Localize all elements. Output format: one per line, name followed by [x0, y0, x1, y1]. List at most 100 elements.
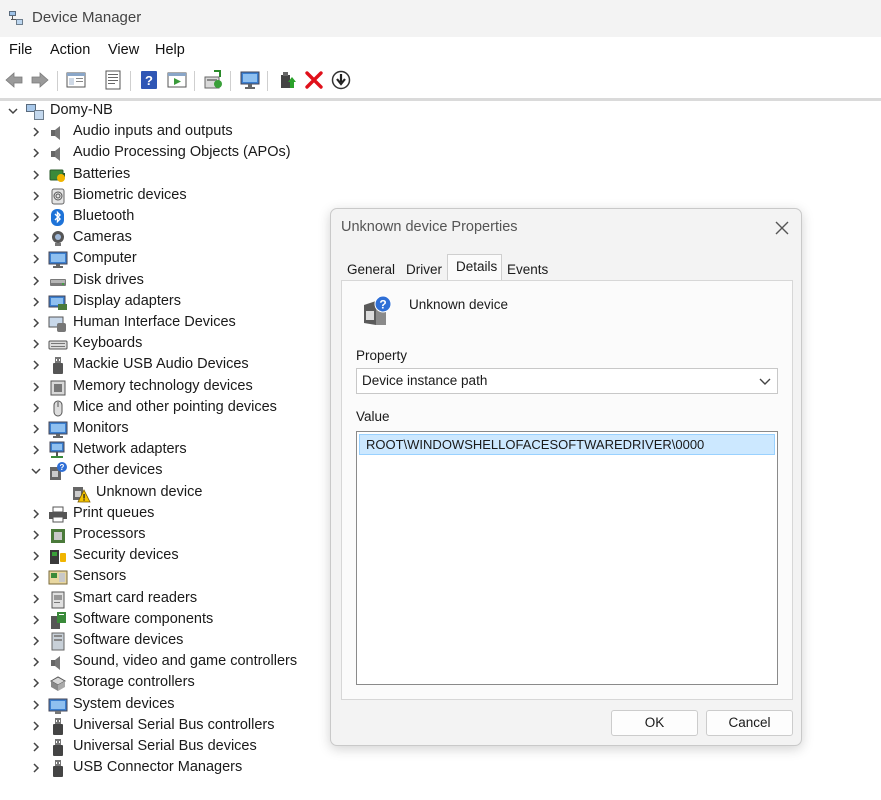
- chevron-right-icon[interactable]: [29, 528, 43, 542]
- chevron-right-icon[interactable]: [29, 189, 43, 203]
- update-driver-toolbar-icon[interactable]: [166, 69, 188, 91]
- tree-root[interactable]: Domy-NB: [0, 101, 200, 122]
- tree-item-system-devices[interactable]: System devices: [0, 695, 300, 716]
- tree-item-display-adapters[interactable]: Display adapters: [0, 292, 300, 313]
- menu-action[interactable]: Action: [50, 42, 90, 58]
- tree-item-sound-video-and-game-controllers[interactable]: Sound, video and game controllers: [0, 652, 300, 673]
- monitor-icon[interactable]: [239, 69, 261, 91]
- toolbar-separator: [194, 71, 195, 91]
- chevron-right-icon[interactable]: [29, 210, 43, 224]
- tree-item-network-adapters[interactable]: Network adapters: [0, 440, 300, 461]
- chevron-right-icon[interactable]: [29, 676, 43, 690]
- other-devices-icon: ?: [48, 462, 68, 481]
- tree-item-label: Memory technology devices: [73, 377, 253, 394]
- software-device-icon: [48, 632, 68, 651]
- chevron-right-icon[interactable]: [29, 443, 43, 457]
- tree-item-smart-card-readers[interactable]: Smart card readers: [0, 589, 300, 610]
- chevron-right-icon[interactable]: [29, 634, 43, 648]
- tree-item-universal-serial-bus-devices[interactable]: Universal Serial Bus devices: [0, 737, 300, 758]
- back-icon[interactable]: [3, 69, 25, 91]
- tab-driver[interactable]: Driver: [398, 258, 442, 280]
- enable-device-icon[interactable]: [276, 69, 298, 91]
- tree-item-memory-technology-devices[interactable]: Memory technology devices: [0, 377, 300, 398]
- tab-events[interactable]: Events: [503, 258, 553, 280]
- tree-item-disk-drives[interactable]: Disk drives: [0, 271, 300, 292]
- chevron-down-icon[interactable]: [29, 464, 43, 478]
- help-icon[interactable]: ?: [138, 69, 160, 91]
- tree-item-processors[interactable]: Processors: [0, 525, 300, 546]
- tree-item-usb-connector-managers[interactable]: USB Connector Managers: [0, 758, 300, 779]
- ok-button[interactable]: OK: [611, 710, 698, 736]
- tree-item-storage-controllers[interactable]: Storage controllers: [0, 673, 300, 694]
- scan-hardware-icon[interactable]: [202, 69, 224, 91]
- chevron-right-icon[interactable]: [29, 613, 43, 627]
- tree-item-label: Cameras: [73, 229, 132, 246]
- chevron-right-icon[interactable]: [29, 719, 43, 733]
- tree-item-computer[interactable]: Computer: [0, 249, 300, 270]
- tree-item-audio-processing-objects-apos[interactable]: Audio Processing Objects (APOs): [0, 143, 300, 164]
- tree-item-human-interface-devices[interactable]: Human Interface Devices: [0, 313, 300, 334]
- property-select[interactable]: Device instance path: [356, 368, 778, 394]
- chevron-right-icon[interactable]: [29, 295, 43, 309]
- chevron-right-icon[interactable]: [29, 125, 43, 139]
- chevron-right-icon[interactable]: [29, 422, 43, 436]
- close-icon[interactable]: [771, 217, 793, 239]
- chevron-right-icon[interactable]: [29, 231, 43, 245]
- tree-root-label: Domy-NB: [50, 102, 113, 118]
- cancel-button[interactable]: Cancel: [706, 710, 793, 736]
- tree-item-monitors[interactable]: Monitors: [0, 419, 300, 440]
- menu-file[interactable]: File: [9, 42, 32, 58]
- tree-item-universal-serial-bus-controllers[interactable]: Universal Serial Bus controllers: [0, 716, 300, 737]
- tree-item-unknown-device[interactable]: Unknown device: [0, 483, 300, 504]
- chevron-right-icon[interactable]: [29, 274, 43, 288]
- chevron-right-icon[interactable]: [29, 655, 43, 669]
- chevron-right-icon[interactable]: [29, 570, 43, 584]
- chevron-right-icon[interactable]: [29, 316, 43, 330]
- menu-view[interactable]: View: [108, 42, 139, 58]
- menu-help[interactable]: Help: [155, 42, 185, 58]
- tree-item-software-devices[interactable]: Software devices: [0, 631, 300, 652]
- value-list[interactable]: ROOT\WINDOWSHELLOFACESOFTWAREDRIVER\0000: [356, 431, 778, 685]
- tree-item-keyboards[interactable]: Keyboards: [0, 334, 300, 355]
- tab-details[interactable]: Details: [447, 254, 502, 282]
- tree-item-label: Network adapters: [73, 441, 187, 458]
- chevron-right-icon[interactable]: [29, 740, 43, 754]
- tree-item-sensors[interactable]: Sensors: [0, 567, 300, 588]
- tree-item-audio-inputs-and-outputs[interactable]: Audio inputs and outputs: [0, 122, 300, 143]
- tree-item-print-queues[interactable]: Print queues: [0, 504, 300, 525]
- dialog-title: Unknown device Properties: [341, 219, 518, 235]
- chevron-right-icon[interactable]: [29, 168, 43, 182]
- chevron-right-icon[interactable]: [29, 380, 43, 394]
- chevron-right-icon[interactable]: [29, 507, 43, 521]
- menu-bar: File Action View Help: [0, 37, 881, 64]
- disable-device-icon[interactable]: [330, 69, 352, 91]
- chevron-right-icon[interactable]: [29, 358, 43, 372]
- tree-item-label: USB Connector Managers: [73, 759, 243, 776]
- tree-item-other-devices[interactable]: ? Other devices: [0, 461, 300, 482]
- tree-item-software-components[interactable]: Software components: [0, 610, 300, 631]
- chevron-right-icon[interactable]: [29, 401, 43, 415]
- forward-icon[interactable]: [29, 69, 51, 91]
- uninstall-device-icon[interactable]: [303, 69, 325, 91]
- tree-item-biometric-devices[interactable]: Biometric devices: [0, 186, 300, 207]
- chevron-right-icon[interactable]: [29, 252, 43, 266]
- chevron-right-icon[interactable]: [29, 592, 43, 606]
- chevron-right-icon[interactable]: [29, 761, 43, 775]
- tree-item-label: Computer: [73, 250, 137, 267]
- tree-item-security-devices[interactable]: Security devices: [0, 546, 300, 567]
- properties-icon[interactable]: [102, 69, 124, 91]
- tree-item-bluetooth[interactable]: Bluetooth: [0, 207, 300, 228]
- tree-item-label: Storage controllers: [73, 674, 195, 691]
- tree-item-mice-and-other-pointing-devices[interactable]: Mice and other pointing devices: [0, 398, 300, 419]
- tree-item-mackie-usb-audio-devices[interactable]: Mackie USB Audio Devices: [0, 355, 300, 376]
- chevron-right-icon[interactable]: [29, 146, 43, 160]
- chevron-down-icon[interactable]: [6, 104, 20, 118]
- tree-item-cameras[interactable]: Cameras: [0, 228, 300, 249]
- chevron-right-icon[interactable]: [29, 337, 43, 351]
- tab-general[interactable]: General: [341, 258, 395, 280]
- tree-item-batteries[interactable]: Batteries: [0, 165, 300, 186]
- show-hide-tree-icon[interactable]: [65, 69, 87, 91]
- chevron-right-icon[interactable]: [29, 698, 43, 712]
- list-item[interactable]: ROOT\WINDOWSHELLOFACESOFTWAREDRIVER\0000: [359, 434, 775, 455]
- chevron-right-icon[interactable]: [29, 549, 43, 563]
